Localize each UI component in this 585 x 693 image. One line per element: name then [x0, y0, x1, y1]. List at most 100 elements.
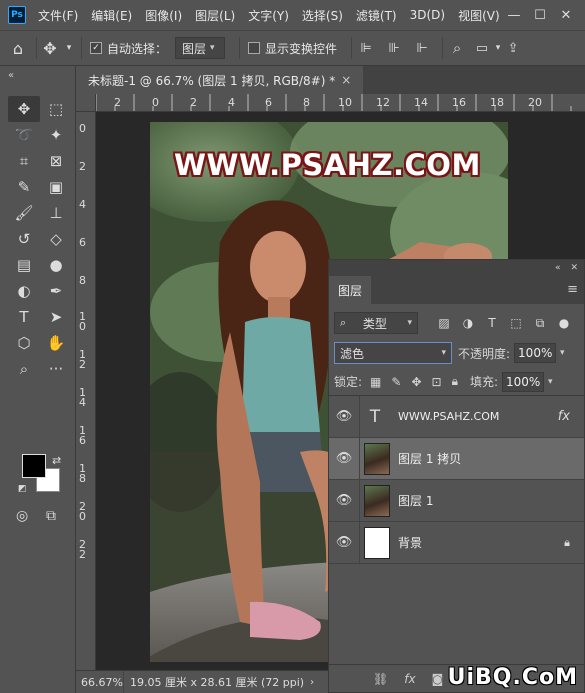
tab-layers[interactable]: 图层 — [329, 276, 372, 304]
chevron-down-icon[interactable]: ▾ — [493, 43, 503, 53]
photoshop-logo[interactable]: Ps — [8, 6, 26, 24]
menu-layer[interactable]: 图层(L) — [195, 7, 235, 24]
menu-view[interactable]: 视图(V) — [458, 7, 500, 24]
share-icon[interactable]: ⇪ — [503, 41, 523, 56]
layer-thumbnail — [364, 442, 390, 475]
layer-row-copy[interactable]: 👁︎ 图层 1 拷贝 — [329, 437, 584, 480]
blend-row: 滤色 ▾ 不透明度: 100% ▾ — [329, 338, 584, 368]
layer-row-background[interactable]: 👁︎ 背景 🔒︎ — [329, 521, 584, 564]
lock-transparent-icon[interactable]: ▦ — [370, 375, 381, 389]
fx-icon[interactable]: fx — [404, 672, 415, 686]
link-layers-icon[interactable]: ⛓ — [373, 672, 388, 686]
stamp-tool-icon[interactable]: ⊥ — [40, 200, 72, 226]
auto-select-target-select[interactable]: 图层 ▾ — [175, 37, 226, 59]
history-brush-tool-icon[interactable]: ↺ — [8, 226, 40, 252]
zoom-level[interactable]: 66.67% — [76, 670, 124, 693]
show-transform-label: 显示变换控件 — [265, 41, 338, 56]
default-colors-icon[interactable]: ◩ — [18, 484, 27, 494]
quick-mask-icon[interactable]: ◎ — [16, 508, 28, 524]
lasso-tool-icon[interactable]: ➰ — [8, 122, 40, 148]
visibility-eye-icon[interactable]: 👁︎ — [329, 451, 359, 466]
fill-input[interactable]: 100% — [502, 371, 545, 392]
show-transform-checkbox[interactable] — [248, 42, 261, 54]
adjustment-filter-icon[interactable]: ◑ — [456, 316, 480, 330]
collapse-panel-icon[interactable]: « — [555, 263, 561, 273]
menu-edit[interactable]: 编辑(E) — [91, 7, 132, 24]
align-right-icon[interactable]: ⊩ — [408, 41, 436, 56]
menu-type[interactable]: 文字(Y) — [248, 7, 289, 24]
foreground-color[interactable] — [22, 454, 46, 478]
layer-row-image[interactable]: 👁︎ 图层 1 — [329, 479, 584, 522]
menu-filter[interactable]: 滤镜(T) — [356, 7, 397, 24]
home-icon[interactable]: ⌂ — [0, 39, 36, 58]
type-filter-icon[interactable]: T — [480, 316, 504, 330]
chevron-down-icon: ▾ — [407, 318, 412, 328]
move-tool-icon[interactable]: ✥ — [8, 96, 40, 122]
lock-artboard-icon[interactable]: ⊡ — [432, 375, 442, 389]
auto-select-checkbox[interactable]: ✓ — [90, 42, 102, 54]
visibility-eye-icon[interactable]: 👁︎ — [329, 409, 359, 424]
mask-icon[interactable]: ◙ — [432, 672, 444, 686]
swap-colors-icon[interactable]: ⇄ — [52, 454, 61, 467]
lock-all-icon[interactable]: 🔒︎ — [452, 374, 458, 389]
eyedropper-tool-icon[interactable]: ✎ — [8, 174, 40, 200]
chevron-down-icon[interactable]: ▾ — [548, 377, 553, 387]
dodge-tool-icon[interactable]: ◐ — [8, 278, 40, 304]
lock-image-icon[interactable]: ✎ — [391, 375, 401, 389]
blur-tool-icon[interactable]: ● — [40, 252, 72, 278]
align-left-icon[interactable]: ⊫ — [352, 41, 380, 56]
marquee-tool-icon[interactable]: ⬚ — [40, 96, 72, 122]
visibility-eye-icon[interactable]: 👁︎ — [329, 493, 359, 508]
filter-kind-select[interactable]: ⌕ 类型 ▾ — [334, 312, 418, 334]
gradient-tool-icon[interactable]: ▤ — [8, 252, 40, 278]
align-center-icon[interactable]: ⊪ — [380, 41, 408, 56]
shape-tool-icon[interactable]: ⬡ — [8, 330, 40, 356]
path-select-tool-icon[interactable]: ➤ — [40, 304, 72, 330]
brush-tool-icon[interactable]: 🖌 — [8, 200, 40, 226]
image-filter-icon[interactable]: ▨ — [432, 316, 456, 330]
layer-row-text[interactable]: 👁︎ T WWW.PSAHZ.COM fx — [329, 395, 584, 438]
lock-position-icon[interactable]: ✥ — [411, 375, 421, 389]
eraser-tool-icon[interactable]: ◇ — [40, 226, 72, 252]
close-tab-icon[interactable]: × — [341, 73, 351, 87]
filter-toggle-icon[interactable]: ● — [552, 316, 576, 330]
chevron-down-icon[interactable]: ▾ — [63, 43, 75, 53]
screen-mode-icon[interactable]: ⧉ — [46, 508, 56, 524]
ruler-label: 4 — [228, 96, 235, 109]
blend-mode-select[interactable]: 滤色 ▾ — [334, 342, 452, 364]
ruler-vertical: 0 2 4 6 8 1 0 1 2 1 4 1 6 1 8 2 0 2 2 — [76, 112, 96, 670]
crop-tool-icon[interactable]: ⌗ — [8, 148, 40, 174]
tools-panel: « ✥ ⬚ ➰ ✦ ⌗ ⊠ ✎ ▣ 🖌 ⊥ ↺ ◇ ▤ ● ◐ ✒ T ➤ ⬡ … — [0, 66, 76, 693]
workspace-icon[interactable]: ▭ — [471, 41, 493, 56]
ruler-label: 8 — [79, 274, 86, 287]
fx-icon[interactable]: fx — [558, 409, 570, 424]
opacity-input[interactable]: 100% — [514, 343, 557, 363]
search-icon[interactable]: ⌕ — [443, 39, 471, 57]
minimize-icon[interactable]: — — [501, 4, 527, 26]
measure-tool-icon[interactable]: ▣ — [40, 174, 72, 200]
magic-wand-tool-icon[interactable]: ✦ — [40, 122, 72, 148]
document-tab[interactable]: 未标题-1 @ 66.7% (图层 1 拷贝, RGB/8#) * × — [76, 66, 364, 94]
ruler-label: 12 — [376, 96, 390, 109]
frame-tool-icon[interactable]: ⊠ — [40, 148, 72, 174]
type-tool-icon[interactable]: T — [8, 304, 40, 330]
hand-tool-icon[interactable]: ✋ — [40, 330, 72, 356]
visibility-eye-icon[interactable]: 👁︎ — [329, 535, 359, 550]
menu-3d[interactable]: 3D(D) — [410, 8, 445, 22]
chevron-down-icon[interactable]: ▾ — [560, 348, 565, 358]
panel-menu-icon[interactable]: ≡ — [567, 282, 578, 297]
close-panel-icon[interactable]: ✕ — [570, 263, 578, 273]
pen-tool-icon[interactable]: ✒ — [40, 278, 72, 304]
collapse-panel-icon[interactable]: « — [8, 70, 14, 81]
menu-image[interactable]: 图像(I) — [145, 7, 182, 24]
menu-file[interactable]: 文件(F) — [38, 7, 78, 24]
zoom-tool-icon[interactable]: ⌕ — [8, 356, 40, 382]
maximize-icon[interactable]: ☐ — [527, 4, 553, 26]
menu-select[interactable]: 选择(S) — [302, 7, 343, 24]
more-tools-icon[interactable]: ··· — [40, 356, 72, 382]
smart-object-filter-icon[interactable]: ⧉ — [528, 316, 552, 331]
close-window-icon[interactable]: ✕ — [553, 4, 579, 26]
chevron-right-icon[interactable]: › — [310, 677, 314, 688]
move-tool-icon[interactable]: ✥ — [37, 39, 63, 58]
shape-filter-icon[interactable]: ⬚ — [504, 316, 528, 330]
